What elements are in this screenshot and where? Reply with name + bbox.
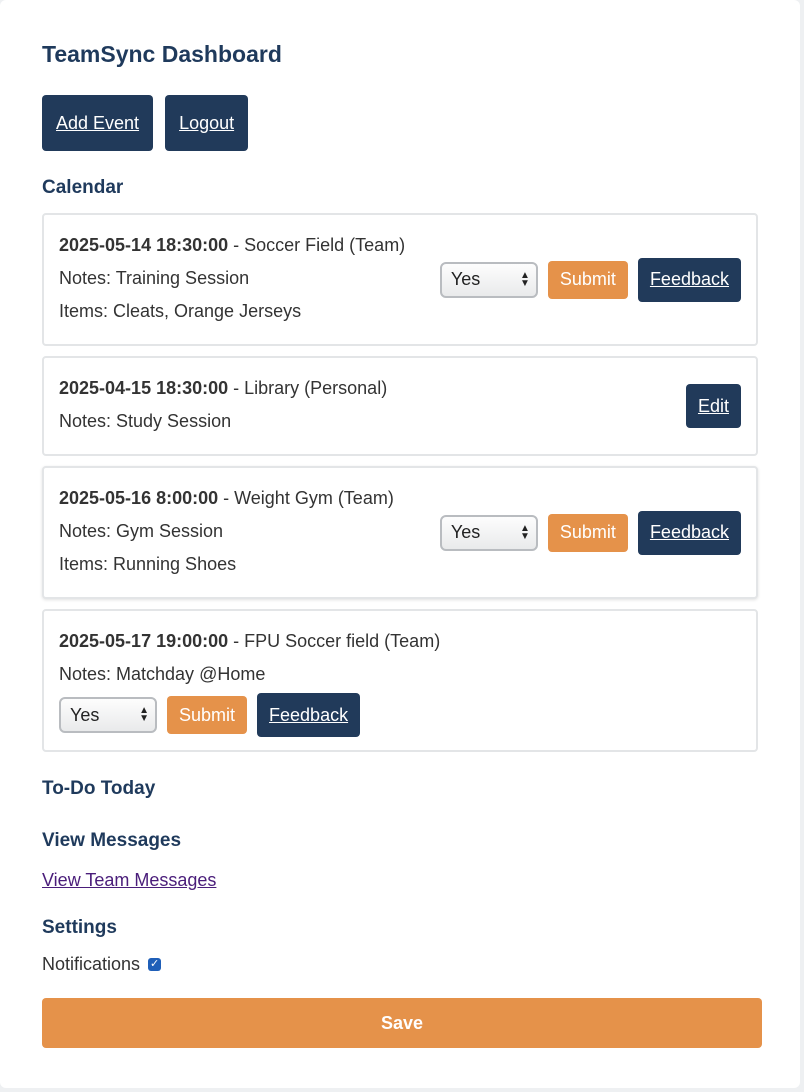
checkmark-icon: ✓ [149,958,160,970]
event-notes: Notes: Matchday @Home [59,664,266,684]
event-location: - Soccer Field (Team) [228,235,406,255]
submit-button[interactable]: Submit [547,260,628,299]
calendar-heading: Calendar [42,177,124,198]
add-event-button[interactable]: Add Event [42,95,154,151]
event-location: - Library (Personal) [228,378,388,398]
feedback-button[interactable]: Feedback [637,257,741,302]
logout-button[interactable]: Logout [165,95,249,151]
event-header: 2025-05-17 19:00:00 - FPU Soccer field (… [59,625,741,658]
notifications-checkbox[interactable]: ✓ [148,958,162,971]
event-datetime: 2025-05-17 19:00:00 [59,631,229,651]
chevron-up-down-icon: ▲ ▼ [520,522,530,542]
rsvp-select-value: Yes [450,522,481,542]
event-card: 2025-04-15 18:30:00 - Library (Personal)… [42,356,758,456]
event-card: 2025-05-16 8:00:00 - Weight Gym (Team) N… [42,466,758,599]
event-card: 2025-05-14 18:30:00 - Soccer Field (Team… [42,213,758,346]
rsvp-select[interactable]: Yes ▲ ▼ [59,697,157,733]
event-location: - Weight Gym (Team) [218,488,394,508]
feedback-button[interactable]: Feedback [257,693,361,737]
chevron-up-down-icon: ▲ ▼ [139,705,149,724]
event-datetime: 2025-04-15 18:30:00 [59,378,229,398]
event-actions: Yes ▲ ▼ Submit Feedback [439,510,741,555]
event-card: 2025-05-17 19:00:00 - FPU Soccer field (… [42,609,758,752]
top-actions: Add Event Logout [42,95,758,151]
event-actions: Edit [685,384,741,428]
rsvp-select-value: Yes [70,704,100,725]
save-button[interactable]: Save [42,998,762,1048]
notifications-label: Notifications [42,954,141,974]
event-header: 2025-04-15 18:30:00 - Library (Personal) [59,372,741,405]
page-title: TeamSync Dashboard [42,41,282,67]
rsvp-select-value: Yes [450,269,481,289]
event-datetime: 2025-05-14 18:30:00 [59,235,229,255]
notifications-row: Notifications ✓ [42,954,758,975]
submit-button[interactable]: Submit [547,513,628,552]
rsvp-select[interactable]: Yes ▲ ▼ [439,514,538,551]
messages-heading: View Messages [42,830,182,851]
event-location: - FPU Soccer field (Team) [228,631,441,651]
feedback-button[interactable]: Feedback [637,510,741,555]
todo-heading: To-Do Today [42,778,156,799]
rsvp-select[interactable]: Yes ▲ ▼ [439,261,538,298]
submit-button[interactable]: Submit [167,696,248,734]
event-actions: Yes ▲ ▼ Submit Feedback [439,257,741,302]
settings-heading: Settings [42,917,117,938]
event-actions: Yes ▲ ▼ Submit Feedback [59,693,741,737]
event-datetime: 2025-05-16 8:00:00 [59,488,219,508]
edit-button[interactable]: Edit [685,384,741,428]
dashboard-panel: TeamSync Dashboard Add Event Logout Cale… [0,0,800,1088]
view-team-messages-link[interactable]: View Team Messages [42,870,216,891]
chevron-up-down-icon: ▲ ▼ [520,269,530,289]
event-notes: Notes: Study Session [59,411,232,431]
